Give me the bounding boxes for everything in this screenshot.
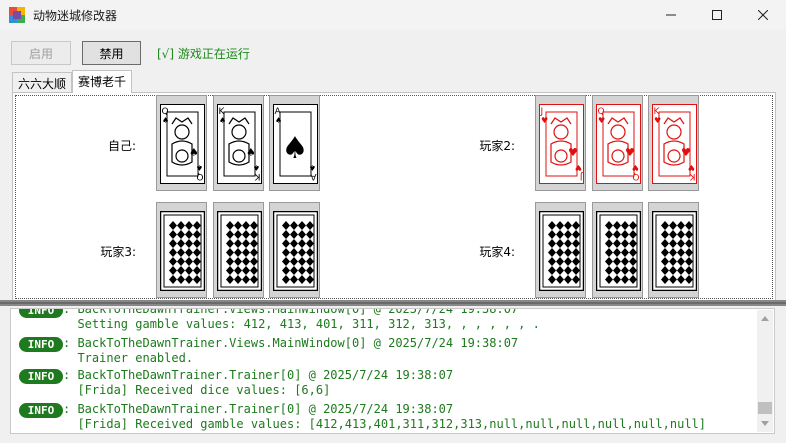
panel-splitter[interactable]: [0, 300, 786, 306]
log-panel[interactable]: INFO: BackToTheDawnTrainer.Views.MainWin…: [10, 308, 775, 434]
svg-text:♠: ♠: [189, 146, 199, 159]
card-back-icon: [216, 211, 262, 291]
card-back-icon: [652, 211, 697, 291]
close-button[interactable]: [740, 0, 786, 30]
svg-text:♠: ♠: [275, 116, 282, 125]
tab-liuliu[interactable]: 六六大顺: [12, 72, 73, 92]
log-level-badge: INFO: [19, 369, 63, 384]
svg-text:♥: ♥: [598, 116, 605, 125]
card-face-icon: A ♠ A ♠ ♠: [273, 104, 318, 184]
card-K-heart[interactable]: K ♥ K ♥ ♥: [648, 95, 699, 191]
log-level-badge: INFO: [19, 309, 63, 318]
log-message-line: Trainer enabled.: [63, 351, 194, 365]
app-icon: [9, 7, 25, 23]
svg-text:♥: ♥: [541, 116, 548, 125]
card-K-spade[interactable]: K ♠ K ♠ ♠: [212, 95, 264, 191]
maximize-icon: [712, 10, 722, 20]
card-back[interactable]: [269, 202, 320, 298]
log-message-line: [Frida] Received dice values: [6,6]: [63, 383, 331, 397]
svg-text:♥: ♥: [631, 163, 638, 172]
log-level-badge: INFO: [19, 403, 63, 418]
svg-text:♥: ♥: [568, 146, 578, 159]
window-title: 动物迷城修改器: [33, 9, 118, 23]
svg-text:♥: ♥: [654, 116, 661, 125]
card-A-spade[interactable]: A ♠ A ♠ ♠: [269, 95, 320, 191]
disable-button[interactable]: 禁用: [82, 41, 141, 65]
minimize-icon: [666, 14, 676, 16]
card-Q-spade[interactable]: Q ♠ Q ♠ ♠: [156, 95, 207, 191]
label-player3: 玩家3:: [100, 245, 136, 259]
game-status-text: [√] 游戏正在运行: [157, 47, 250, 61]
svg-text:♥: ♥: [681, 146, 691, 159]
scroll-thumb[interactable]: [758, 402, 772, 414]
log-message-line: Setting gamble values: 412, 413, 401, 31…: [63, 317, 540, 331]
card-J-heart[interactable]: J ♥ J ♥ ♥: [535, 95, 586, 191]
card-back-icon: [539, 211, 584, 291]
card-back[interactable]: [591, 202, 643, 298]
log-source-line: : BackToTheDawnTrainer.Trainer[0] @ 2025…: [63, 402, 454, 416]
log-level-badge: INFO: [19, 337, 63, 352]
title-bar[interactable]: 动物迷城修改器: [0, 0, 786, 30]
svg-text:♠: ♠: [219, 116, 226, 125]
svg-text:♠: ♠: [309, 163, 316, 172]
svg-text:♥: ♥: [575, 163, 582, 172]
card-face-icon: Q ♥ Q ♥ ♥: [595, 104, 641, 184]
svg-text:♠: ♠: [252, 163, 259, 172]
svg-text:♠: ♠: [162, 116, 169, 125]
main-window: 动物迷城修改器 启用 禁用 [√] 游戏正在运行 六六大顺 赛博老千 自己: 玩…: [0, 0, 786, 443]
svg-text:♠: ♠: [196, 163, 203, 172]
card-back-icon: [273, 211, 318, 291]
log-source-line: : BackToTheDawnTrainer.Views.MainWindow[…: [63, 308, 519, 316]
maximize-button[interactable]: [694, 0, 740, 30]
close-icon: [758, 10, 768, 20]
card-face-icon: Q ♠ Q ♠ ♠: [160, 104, 205, 184]
log-source-line: : BackToTheDawnTrainer.Views.MainWindow[…: [63, 336, 519, 350]
label-player2: 玩家2:: [479, 139, 515, 153]
card-Q-heart[interactable]: Q ♥ Q ♥ ♥: [591, 95, 643, 191]
minimize-button[interactable]: [648, 0, 694, 30]
card-face-icon: K ♠ K ♠ ♠: [216, 104, 262, 184]
cards-panel: 自己: 玩家2: 玩家3: 玩家4: Q ♠ Q ♠ ♠ K ♠ K ♠ ♠ A…: [12, 92, 776, 302]
svg-text:♠: ♠: [246, 146, 256, 159]
card-back[interactable]: [648, 202, 699, 298]
log-message-line: [Frida] Received gamble values: [412,413…: [63, 417, 706, 431]
svg-text:♥: ♥: [625, 146, 635, 159]
card-face-icon: K ♥ K ♥ ♥: [652, 104, 697, 184]
tab-cyber-cheat[interactable]: 赛博老千: [72, 70, 133, 93]
card-face-icon: J ♥ J ♥ ♥: [539, 104, 584, 184]
svg-text:♥: ♥: [688, 163, 695, 172]
card-back-icon: [160, 211, 205, 291]
svg-text:♠: ♠: [282, 131, 309, 166]
card-back[interactable]: [212, 202, 264, 298]
card-back[interactable]: [535, 202, 586, 298]
label-self: 自己:: [107, 139, 136, 153]
card-back[interactable]: [156, 202, 207, 298]
card-back-icon: [595, 211, 641, 291]
scroll-down-icon[interactable]: [761, 421, 769, 426]
log-scrollbar[interactable]: [757, 310, 773, 432]
enable-button[interactable]: 启用: [11, 41, 71, 65]
label-player4: 玩家4:: [479, 245, 515, 259]
log-source-line: : BackToTheDawnTrainer.Trainer[0] @ 2025…: [63, 368, 454, 382]
scroll-up-icon[interactable]: [761, 316, 769, 321]
